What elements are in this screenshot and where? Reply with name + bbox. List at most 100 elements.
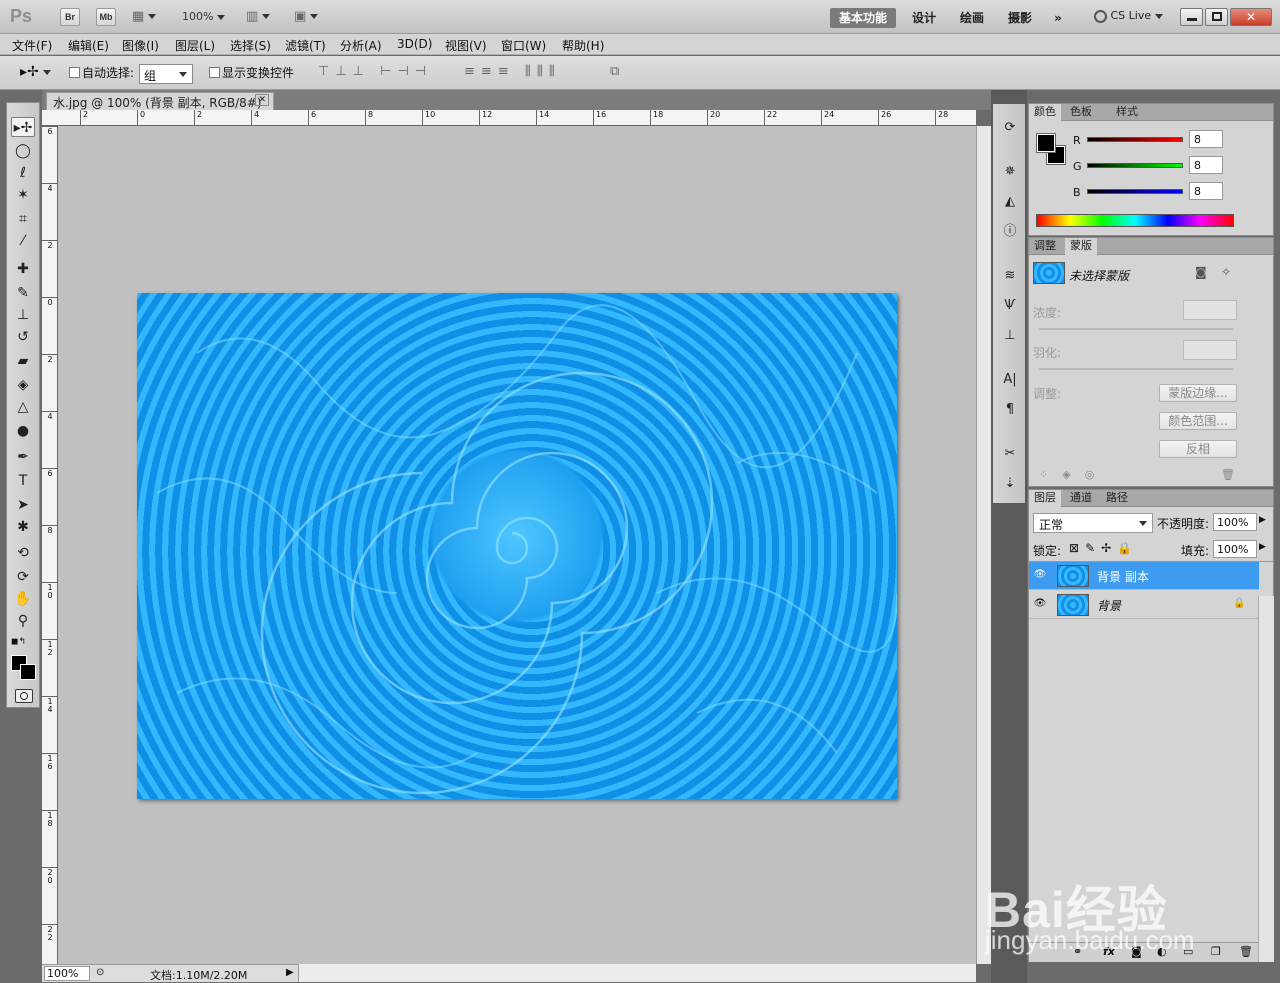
menu-file[interactable]: 文件(F) <box>12 37 52 54</box>
show-transform-checkbox[interactable] <box>209 67 220 78</box>
zoom-level-menu[interactable]: 100% <box>182 10 225 23</box>
histogram-panel-icon[interactable]: ◭ <box>1000 192 1020 212</box>
lasso-tool-icon[interactable]: ℓ <box>11 163 35 183</box>
delete-layer-icon[interactable]: 🗑 <box>1239 945 1253 958</box>
blue-value[interactable]: 8 <box>1189 182 1223 200</box>
paragraph-panel-icon[interactable]: ¶ <box>1000 400 1020 420</box>
menu-window[interactable]: 窗口(W) <box>501 37 546 54</box>
horizontal-scrollbar[interactable] <box>298 964 976 982</box>
hand-tool-icon[interactable]: ✋ <box>11 589 35 609</box>
blur-tool-icon[interactable]: △ <box>11 397 35 417</box>
paint-bucket-tool-icon[interactable]: ◈ <box>11 375 35 395</box>
extras-menu[interactable]: ▦ <box>132 9 168 25</box>
tab-adjustments[interactable]: 调整 <box>1029 238 1061 255</box>
add-pixel-mask-icon[interactable]: ◙ <box>1195 265 1207 279</box>
new-layer-icon[interactable]: ❐ <box>1211 945 1221 958</box>
workspace-painting[interactable]: 绘画 <box>952 8 992 28</box>
3d-panel-icon[interactable]: ⇣ <box>1000 474 1020 494</box>
feather-slider[interactable] <box>1039 368 1233 370</box>
menu-select[interactable]: 选择(S) <box>230 37 271 54</box>
move-tool-icon[interactable]: ▸✢ <box>11 117 35 137</box>
mask-footer-icons[interactable]: ⁘◈◎ <box>1039 468 1108 481</box>
clone-source-panel-icon[interactable]: ⊥ <box>1000 326 1020 346</box>
green-slider[interactable] <box>1087 163 1183 168</box>
mask-edge-button[interactable]: 蒙版边缘... <box>1159 384 1237 402</box>
minimize-button[interactable] <box>1180 8 1203 26</box>
tool-presets-panel-icon[interactable]: ✂ <box>1000 444 1020 464</box>
visibility-eye-icon[interactable]: 👁 <box>1033 569 1047 581</box>
tab-paths[interactable]: 路径 <box>1101 490 1133 507</box>
tab-swatches[interactable]: 色板 <box>1065 104 1097 121</box>
tab-styles[interactable]: 样式 <box>1111 104 1143 121</box>
workspace-photography[interactable]: 摄影 <box>1000 8 1040 28</box>
layer-row-background[interactable]: 👁 背景 🔒 <box>1029 591 1259 619</box>
history-panel-icon[interactable]: ⟳ <box>1000 118 1020 138</box>
color-range-button[interactable]: 颜色范围... <box>1159 412 1237 430</box>
more-workspaces-icon[interactable]: » <box>1046 8 1070 28</box>
opacity-arrow-icon[interactable]: ▶ <box>1259 515 1266 525</box>
align-buttons[interactable]: ⊤⊥⊥ ⊢⊣⊣ <box>318 64 432 79</box>
red-slider[interactable] <box>1087 137 1183 142</box>
layer-row-background-copy[interactable]: 👁 背景 副本 <box>1029 562 1259 590</box>
navigator-panel-icon[interactable]: ✵ <box>1000 162 1020 182</box>
tab-channels[interactable]: 通道 <box>1065 490 1097 507</box>
crop-tool-icon[interactable]: ⌗ <box>11 209 35 229</box>
close-document-icon[interactable]: ✕ <box>255 94 269 106</box>
pen-tool-icon[interactable]: ✒ <box>11 447 35 467</box>
menu-edit[interactable]: 编辑(E) <box>68 37 109 54</box>
red-value[interactable]: 8 <box>1189 130 1223 148</box>
status-info-icon[interactable]: ⊙ <box>96 967 104 978</box>
fill-field[interactable]: 100% <box>1213 540 1257 558</box>
magic-wand-tool-icon[interactable]: ✶ <box>11 185 35 205</box>
menu-filter[interactable]: 滤镜(T) <box>285 37 326 54</box>
type-tool-icon[interactable]: T <box>11 471 35 491</box>
close-window-button[interactable]: ✕ <box>1230 8 1272 26</box>
brush-panel-icon[interactable]: Ѱ <box>1000 296 1020 316</box>
default-colors-icon[interactable]: ◼↰ <box>11 637 26 647</box>
history-brush-tool-icon[interactable]: ↺ <box>11 327 35 347</box>
path-selection-tool-icon[interactable]: ➤ <box>11 495 35 515</box>
tab-masks[interactable]: 蒙版 <box>1065 238 1097 255</box>
invert-button[interactable]: 反相 <box>1159 440 1237 458</box>
water-swirl-image[interactable] <box>137 293 897 799</box>
menu-help[interactable]: 帮助(H) <box>562 37 604 54</box>
screen-mode-menu[interactable]: ▣ <box>294 9 326 24</box>
auto-select-dropdown[interactable]: 组 <box>139 64 193 84</box>
character-panel-icon[interactable]: A| <box>1000 370 1020 390</box>
3d-orbit-tool-icon[interactable]: ⟳ <box>11 567 35 587</box>
visibility-eye-icon[interactable]: 👁 <box>1033 598 1047 610</box>
tab-color[interactable]: 颜色 <box>1029 104 1061 121</box>
workspace-design[interactable]: 设计 <box>904 8 944 28</box>
fill-arrow-icon[interactable]: ▶ <box>1259 542 1266 552</box>
color-foreground-swatch[interactable] <box>1036 133 1056 153</box>
tab-layers[interactable]: 图层 <box>1029 490 1061 507</box>
bridge-button[interactable]: Br <box>60 8 80 26</box>
menu-view[interactable]: 视图(V) <box>445 37 487 54</box>
clone-stamp-tool-icon[interactable]: ⊥ <box>11 305 35 325</box>
marquee-tool-icon[interactable]: ◯ <box>11 141 35 161</box>
zoom-tool-icon[interactable]: ⚲ <box>11 611 35 631</box>
blue-slider[interactable] <box>1087 189 1183 194</box>
tool-preset-picker[interactable]: ▸✢ <box>20 64 52 80</box>
layers-scrollbar[interactable] <box>1258 596 1274 962</box>
info-panel-icon[interactable]: ⓘ <box>1000 222 1020 242</box>
status-menu-arrow-icon[interactable]: ▶ <box>286 967 294 978</box>
color-spectrum-bar[interactable] <box>1036 214 1234 227</box>
eyedropper-tool-icon[interactable]: ⁄ <box>11 231 35 251</box>
opacity-field[interactable]: 100% <box>1213 513 1257 531</box>
density-slider[interactable] <box>1039 328 1233 330</box>
lock-buttons[interactable]: ⊠✎✢🔒 <box>1069 541 1138 555</box>
menu-image[interactable]: 图像(I) <box>122 37 159 54</box>
green-value[interactable]: 8 <box>1189 156 1223 174</box>
view-extras-menu[interactable]: ▥ <box>246 9 278 24</box>
status-zoom-field[interactable]: 100% <box>44 966 90 981</box>
3d-rotate-tool-icon[interactable]: ⟲ <box>11 543 35 563</box>
cs-live-menu[interactable]: CS Live <box>1094 9 1163 23</box>
restore-button[interactable] <box>1205 8 1228 26</box>
auto-align-icon[interactable]: ⧉ <box>610 64 619 79</box>
eraser-tool-icon[interactable]: ▰ <box>11 351 35 371</box>
dodge-tool-icon[interactable]: ● <box>11 421 35 441</box>
density-field[interactable] <box>1183 300 1237 320</box>
add-vector-mask-icon[interactable]: ✧ <box>1221 265 1231 279</box>
vertical-scrollbar[interactable] <box>976 126 991 964</box>
